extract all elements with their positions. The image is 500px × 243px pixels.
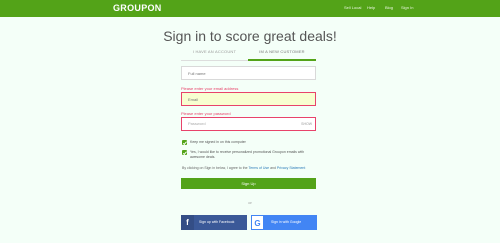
google-signin-button[interactable]: G Sign in with Google (251, 215, 317, 230)
nav-blog[interactable]: Blog (385, 5, 393, 10)
agree-prefix: By clicking on Sign in below, I agree to… (182, 166, 249, 170)
account-tabs: I HAVE AN ACCOUNT IM A NEW CUSTOMER (181, 45, 316, 61)
or-divider: or (248, 200, 252, 205)
terms-agreement: By clicking on Sign in below, I agree to… (182, 166, 305, 170)
nav-sell-local[interactable]: Sell Local (344, 5, 361, 10)
password-placeholder: Password (188, 121, 206, 126)
tab-have-account[interactable]: I HAVE AN ACCOUNT (181, 45, 248, 61)
facebook-icon: f (181, 215, 194, 230)
google-signin-label: Sign in with Google (271, 220, 302, 224)
terms-of-use-link[interactable]: Terms of Use (248, 166, 269, 170)
email-input[interactable] (181, 92, 316, 106)
show-password-link[interactable]: SHOW (301, 118, 312, 130)
full-name-input[interactable] (181, 66, 316, 80)
facebook-signup-label: Sign up with Facebook (199, 220, 235, 224)
facebook-signup-button[interactable]: f Sign up with Facebook (181, 215, 247, 230)
password-input[interactable]: Password SHOW (181, 117, 316, 131)
checkbox-checked-icon[interactable] (182, 140, 187, 145)
password-error-text: Please enter your password (181, 111, 231, 116)
privacy-statement-link[interactable]: Privacy Statement (277, 166, 305, 170)
agree-mid: and (269, 166, 277, 170)
page-title: Sign in to score great deals! (163, 28, 337, 44)
checkbox-checked-icon[interactable] (182, 150, 187, 155)
keep-signed-in-label: Keep me signed in on this computer (190, 140, 246, 144)
groupon-logo[interactable]: GROUPON (113, 3, 162, 13)
sign-up-button[interactable]: Sign Up (181, 178, 316, 189)
top-navigation-bar: GROUPON Sell Local Help Blog Sign In (0, 0, 500, 17)
promo-emails-label: Yes, I would like to receive personalize… (190, 150, 305, 159)
nav-sign-in[interactable]: Sign In (401, 5, 413, 10)
tab-new-customer[interactable]: IM A NEW CUSTOMER (248, 45, 316, 61)
google-icon: G (251, 215, 264, 230)
email-error-text: Please enter your email address (181, 86, 239, 91)
nav-help[interactable]: Help (367, 5, 375, 10)
